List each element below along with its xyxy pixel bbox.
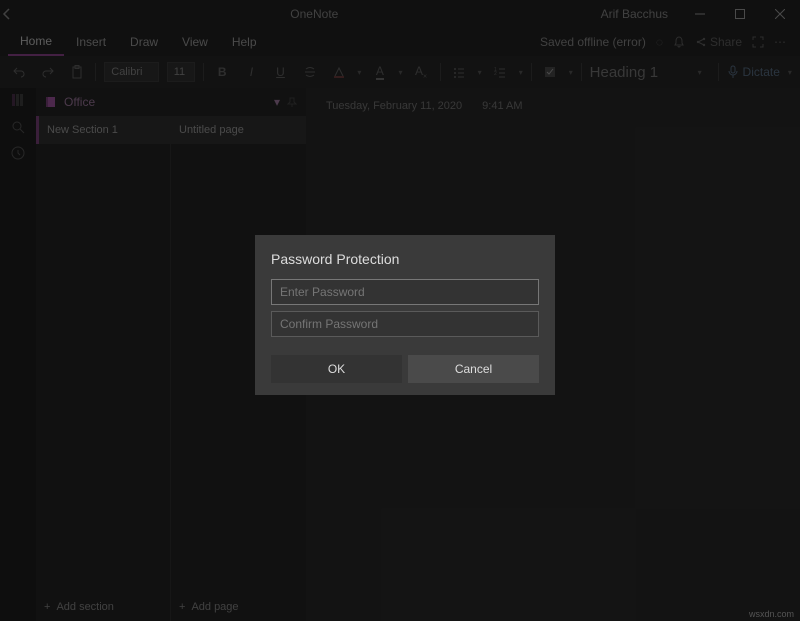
dialog-title: Password Protection — [271, 251, 539, 267]
cancel-button[interactable]: Cancel — [408, 355, 539, 383]
ok-button[interactable]: OK — [271, 355, 402, 383]
watermark: wsxdn.com — [749, 609, 794, 619]
confirm-password-input[interactable] — [271, 311, 539, 337]
password-input[interactable] — [271, 279, 539, 305]
password-protection-dialog: Password Protection OK Cancel — [255, 235, 555, 395]
